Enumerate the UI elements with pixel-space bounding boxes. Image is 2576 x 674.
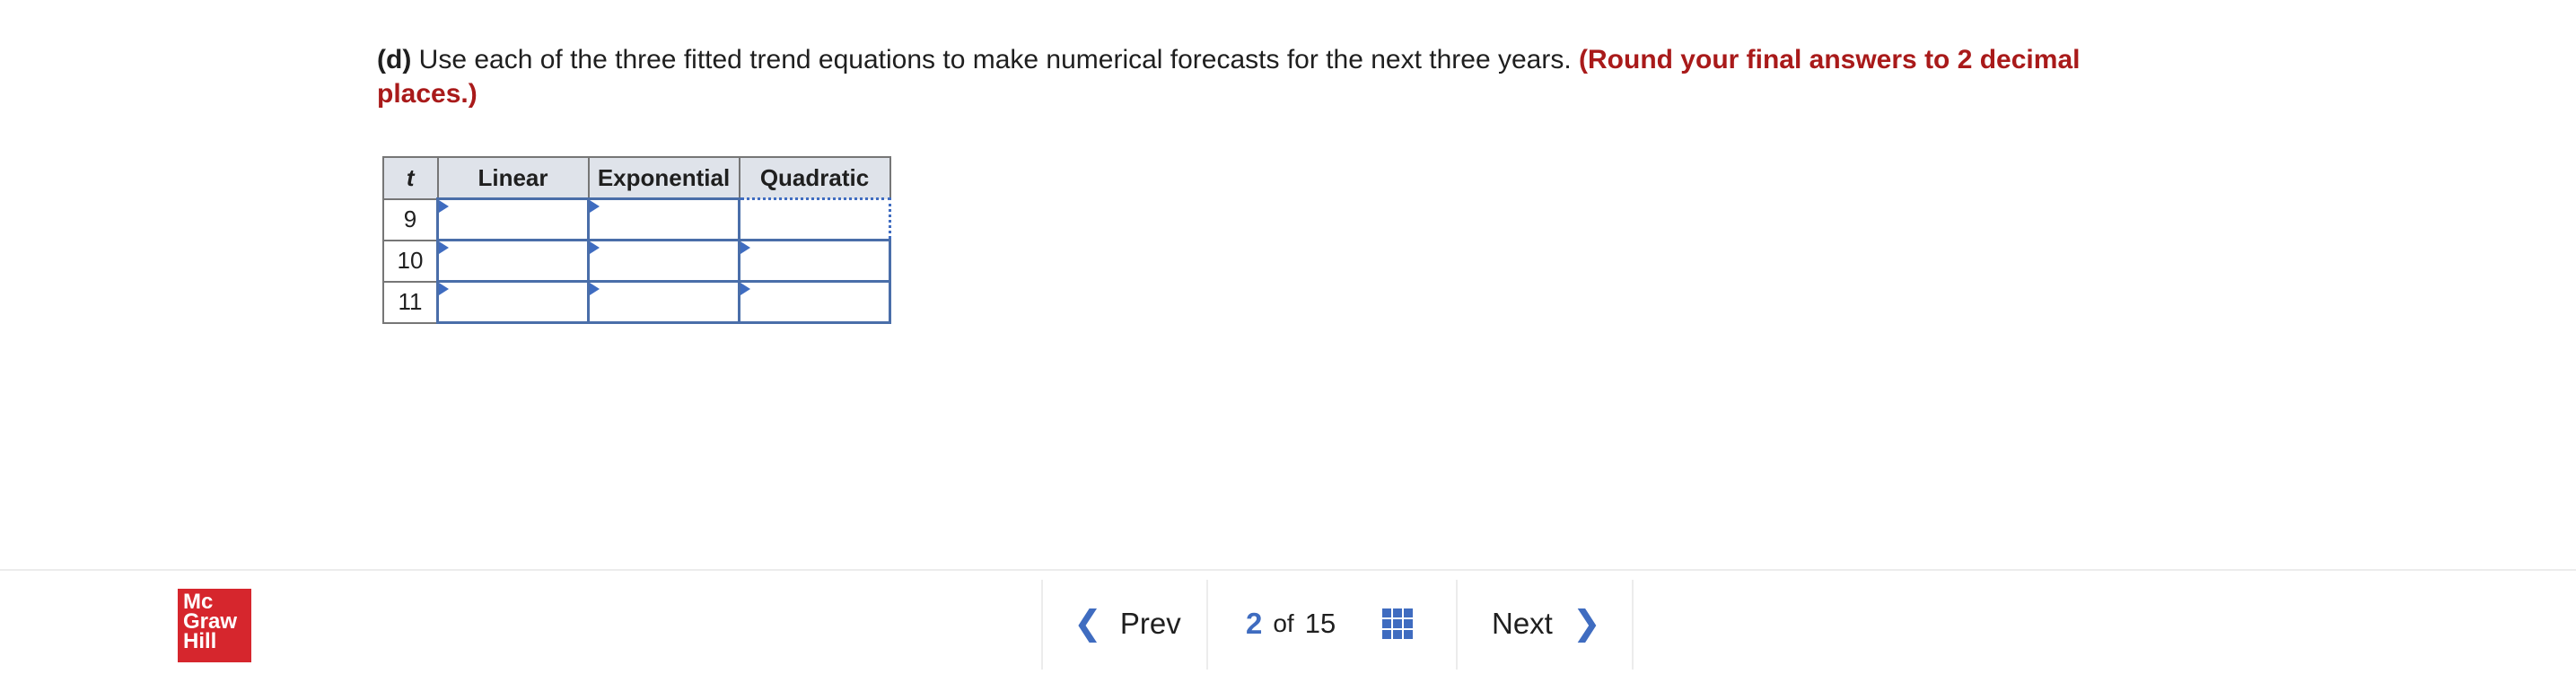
of-label: of [1273,609,1294,637]
table-header-row: t Linear Exponential Quadratic [382,156,891,200]
prev-label: Prev [1119,607,1181,640]
footer-bar: Mc Graw Hill ❮ Prev 2 of 15 Next ❯ [0,569,2576,674]
page: (d) Use each of the three fitted trend e… [0,0,2576,674]
flag-icon [439,283,449,295]
exponential-input-cell[interactable] [587,280,740,324]
page-indicator: 2 of 15 [1246,601,1336,646]
quadratic-input-cell[interactable] [738,239,891,283]
t-value: 11 [382,280,439,324]
table-row: 11 [382,280,891,324]
flag-icon [740,283,750,295]
nav-divider [1456,580,1458,670]
table-row: 9 [382,197,891,241]
flag-icon [590,283,600,295]
t-value: 9 [382,197,439,241]
flag-icon [439,241,449,254]
table-row: 10 [382,239,891,283]
question-part-label: (d) [377,45,412,74]
exponential-input-cell[interactable] [587,197,740,241]
quadratic-input-t10[interactable] [740,241,889,280]
forecast-table: t Linear Exponential Quadratic 9 10 11 [382,156,891,324]
next-label: Next [1492,607,1553,640]
linear-input-cell[interactable] [436,280,590,324]
linear-input-t10[interactable] [439,241,587,280]
column-header-t: t [382,156,439,200]
quadratic-input-t11[interactable] [740,283,889,321]
exponential-input-t10[interactable] [590,241,738,280]
nav-divider [1041,580,1043,670]
chevron-left-icon: ❮ [1073,605,1102,643]
prev-button[interactable]: ❮ Prev [1073,601,1181,646]
exponential-input-cell[interactable] [587,239,740,283]
logo-line: Hill [183,629,217,653]
question-text: (d) Use each of the three fitted trend e… [377,43,2136,111]
t-value: 10 [382,239,439,283]
linear-input-cell[interactable] [436,197,590,241]
mcgraw-hill-logo: Mc Graw Hill [178,589,251,662]
total-pages: 15 [1304,608,1336,639]
column-header-exponential: Exponential [587,156,740,200]
flag-icon [590,241,600,254]
exponential-input-t9[interactable] [590,200,738,239]
flag-icon [439,200,449,213]
chevron-right-icon: ❯ [1572,605,1601,643]
linear-input-t9[interactable] [439,200,587,239]
question-body: Use each of the three fitted trend equat… [411,45,1580,74]
linear-input-cell[interactable] [436,239,590,283]
nav-divider [1632,580,1634,670]
quadratic-input-cell[interactable] [738,280,891,324]
exponential-input-t11[interactable] [590,283,738,321]
quadratic-input-cell[interactable] [738,197,891,241]
linear-input-t11[interactable] [439,283,587,321]
flag-icon [590,200,600,213]
flag-icon [740,241,750,254]
next-button[interactable]: Next ❯ [1492,601,1601,646]
column-header-linear: Linear [436,156,590,200]
nav-divider [1206,580,1208,670]
grid-icon[interactable] [1382,608,1413,639]
current-page: 2 [1246,607,1263,640]
quadratic-input-t9[interactable] [740,200,889,239]
column-header-quadratic: Quadratic [738,156,891,200]
